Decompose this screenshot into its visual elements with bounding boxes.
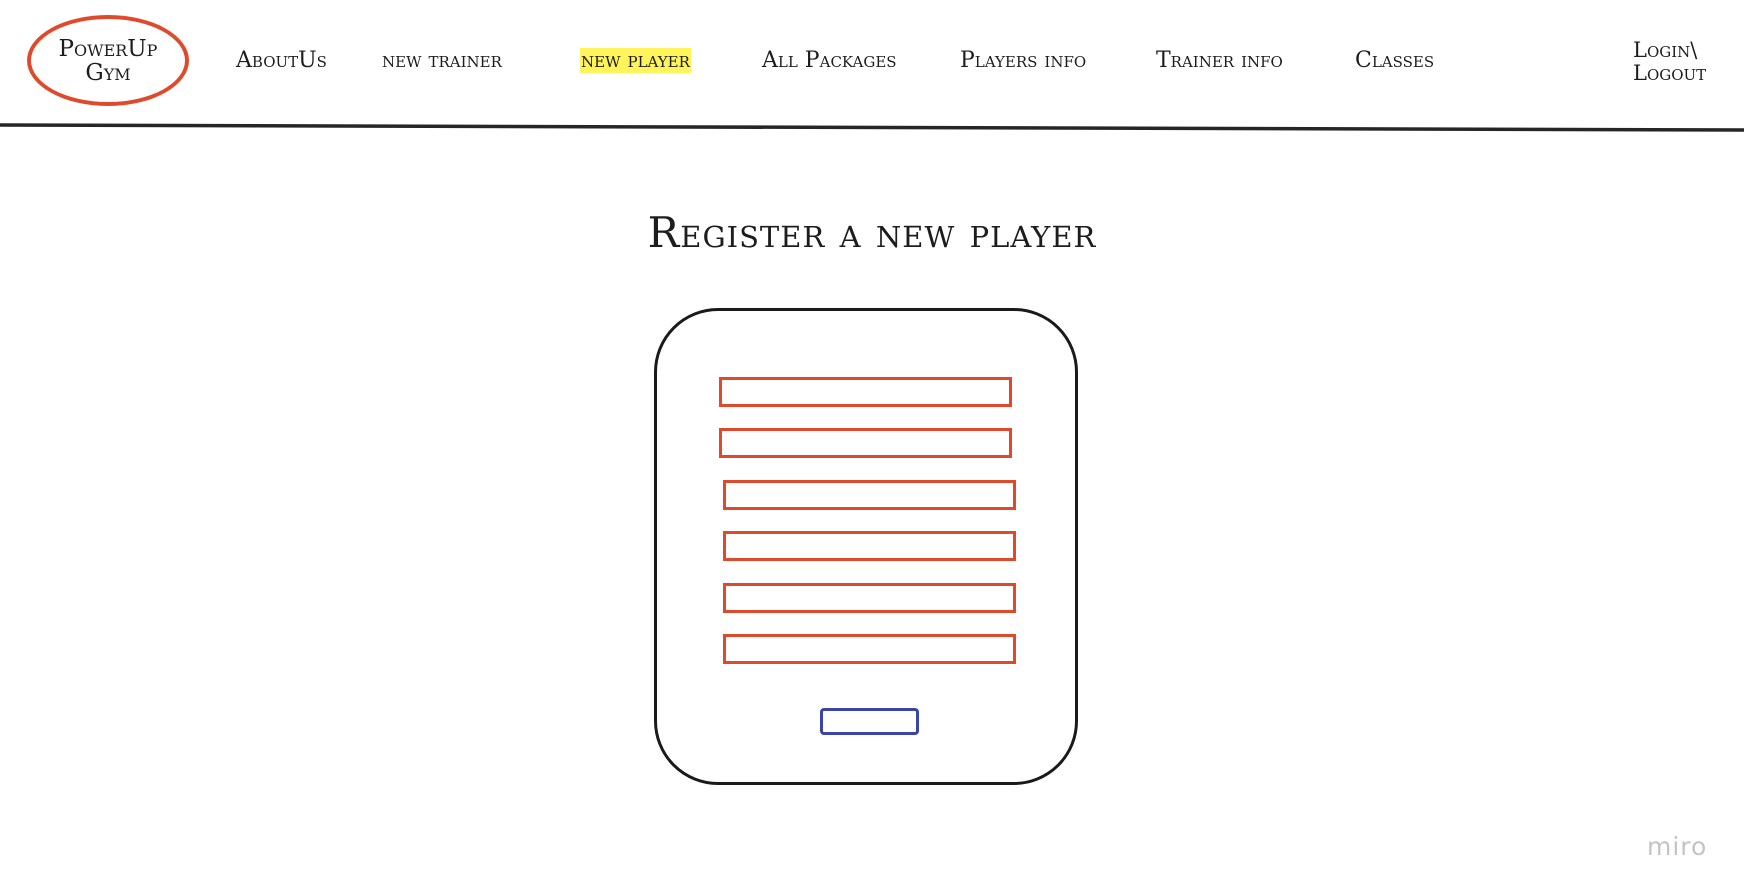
logo-line-2: Gym [85,59,131,86]
nav-item-label: new player [580,48,691,73]
nav-item-label: Classes [1355,48,1435,73]
nav-item-trainer-info[interactable]: Trainer info [1156,48,1283,74]
nav-item-new-trainer[interactable]: new trainer [382,48,502,74]
nav-item-label: Trainer info [1156,48,1283,73]
nav-item-label: AboutUs [236,48,327,73]
nav-item-players-info[interactable]: Players info [960,48,1086,74]
page-title: Register a new player [647,208,1097,257]
form-field-2[interactable] [719,428,1012,458]
form-field-3[interactable] [723,480,1016,510]
nav-item-label: Players info [960,48,1087,73]
miro-watermark: miro [1647,832,1708,861]
login-label: Login\ [1633,38,1698,62]
logo[interactable]: PowerUp Gym [27,15,189,106]
submit-button[interactable] [820,708,919,735]
page: PowerUp Gym AboutUs new trainer new play… [0,0,1744,895]
logout-label: Logout [1633,61,1707,85]
login-logout-link[interactable]: Login\ Logout [1633,39,1706,85]
nav-item-classes[interactable]: Classes [1355,48,1434,74]
form-field-6[interactable] [723,634,1016,664]
nav-item-label: new trainer [382,48,502,73]
form-field-5[interactable] [723,583,1016,613]
nav-item-about-us[interactable]: AboutUs [236,48,327,74]
form-field-4[interactable] [723,531,1016,561]
nav-item-all-packages[interactable]: All Packages [762,48,897,74]
logo-line-1: PowerUp [58,35,158,62]
nav-item-label: All Packages [762,48,897,73]
nav-item-new-player[interactable]: new player [580,48,691,74]
form-field-1[interactable] [719,377,1012,407]
